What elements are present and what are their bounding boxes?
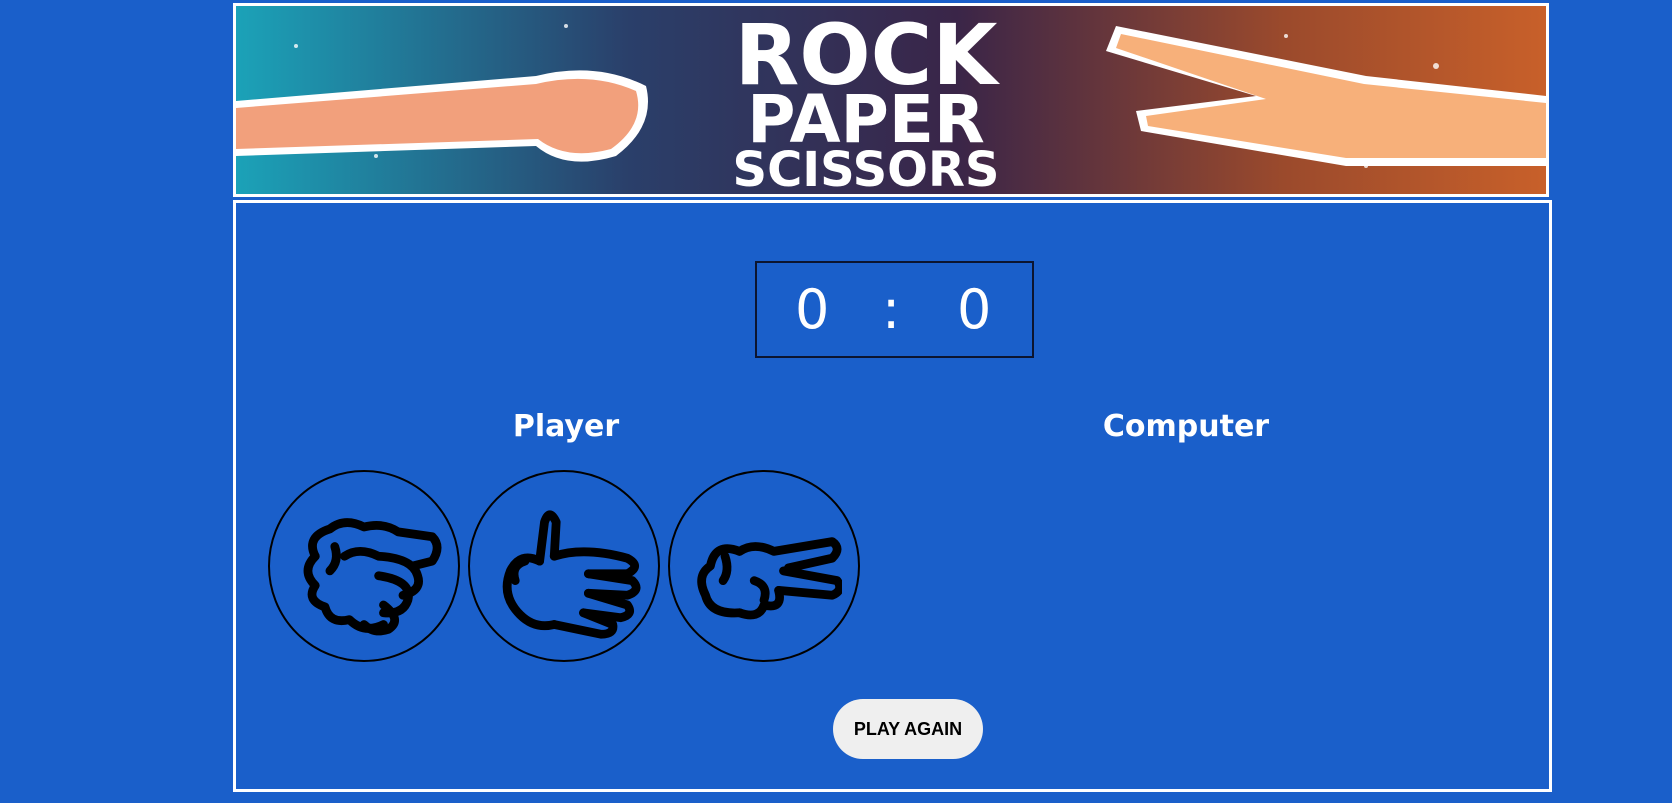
player-label: Player	[512, 409, 620, 444]
banner-image: ROCK PAPER SCISSORS	[236, 6, 1546, 194]
scissors-button[interactable]	[668, 470, 860, 662]
scissors-hand-icon	[697, 537, 842, 620]
scoreboard: 0 : 0	[755, 261, 1034, 358]
score-separator: :	[882, 278, 901, 341]
computer-label: Computer	[1102, 409, 1270, 444]
rock-hand-icon	[303, 518, 442, 636]
paper-hand-icon	[502, 510, 641, 639]
banner-title-line: SCISSORS	[733, 142, 1000, 194]
game-board: 0 : 0 Player Computer PLAY AGAIN	[233, 200, 1552, 792]
paper-button[interactable]	[468, 470, 660, 662]
computer-score: 0	[957, 278, 992, 341]
rock-button[interactable]	[268, 470, 460, 662]
banner-title: ROCK PAPER SCISSORS	[733, 6, 1001, 194]
banner: ROCK PAPER SCISSORS	[233, 3, 1549, 197]
play-again-button[interactable]: PLAY AGAIN	[833, 699, 983, 759]
player-score: 0	[795, 278, 830, 341]
